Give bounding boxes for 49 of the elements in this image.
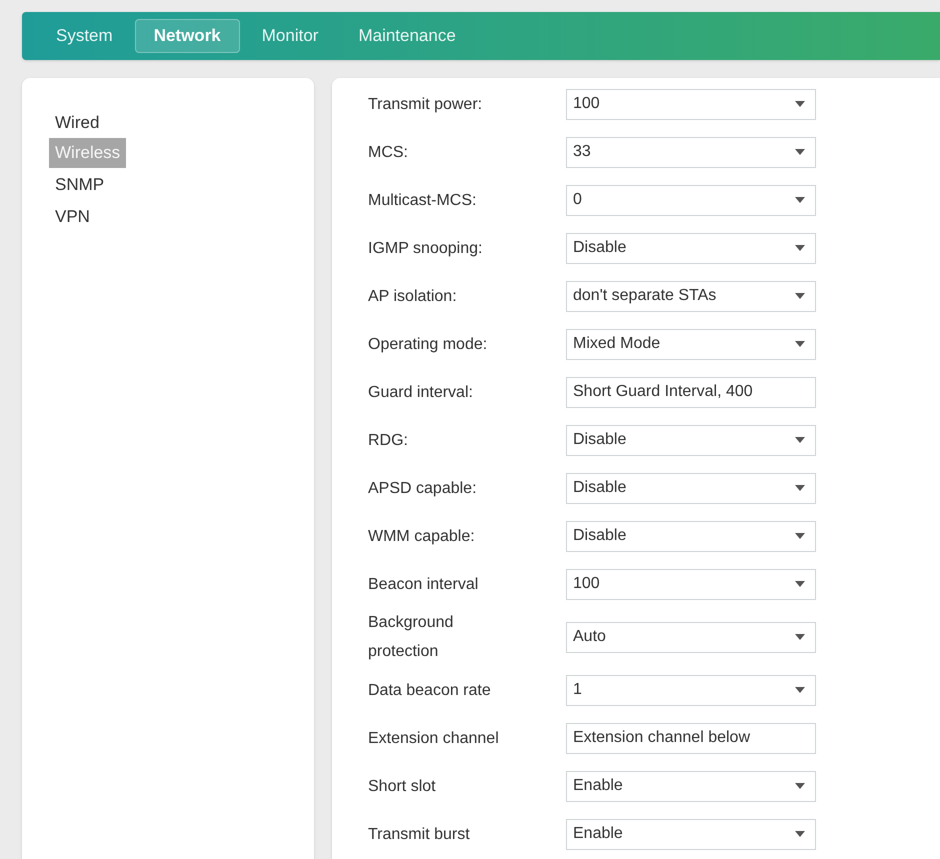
setting-label: Transmit power: [368,94,484,114]
setting-label: RDG: [368,430,409,450]
dropdown-select[interactable]: 100 [566,568,816,600]
dropdown-select[interactable]: Disable [566,424,816,456]
caret-icon [795,197,805,203]
setting-label: AP isolation: [368,286,458,306]
setting-label: IGMP snooping: [368,238,484,258]
setting-label: Beacon interval [368,574,480,594]
caret-icon [795,245,805,251]
setting-label: Multicast-MCS: [368,190,478,210]
caret-icon [795,437,805,443]
caret-icon [795,687,805,693]
caret-icon [795,783,805,789]
dropdown-select[interactable]: 33 [566,136,816,168]
dropdown-select[interactable]: Enable [566,818,816,850]
caret-icon [795,293,805,299]
sidebar-item[interactable]: SNMP [49,168,110,200]
dropdown-select[interactable]: 1 [566,674,816,706]
dropdown-select[interactable]: Disable [566,472,816,504]
dropdown-select[interactable]: Short Guard Interval, 400 [566,376,816,408]
dropdown-select[interactable]: Enable [566,770,816,802]
caret-icon [795,634,805,640]
setting-label: Data beacon rate [368,680,492,700]
dropdown-select[interactable]: 0 [566,184,816,216]
dropdown-select[interactable]: Mixed Mode [566,328,816,360]
caret-icon [795,341,805,347]
setting-label: MCS: [368,142,409,162]
setting-label: Background protection [368,613,454,662]
setting-label: Short slot [368,776,437,796]
caret-icon [795,149,805,155]
sidebar-item[interactable]: Wired [49,106,106,138]
setting-label: Guard interval: [368,382,474,402]
caret-icon [795,485,805,491]
caret-icon [795,101,805,107]
dropdown-select[interactable]: don't separate STAs [566,280,816,312]
dropdown-select[interactable]: Disable [566,520,816,552]
setting-label: Operating mode: [368,334,488,354]
setting-label: APSD capable: [368,478,478,498]
dropdown-select[interactable]: Disable [566,232,816,264]
setting-label: WMM capable: [368,526,476,546]
caret-icon [795,533,805,539]
caret-icon [795,581,805,587]
setting-label: Transmit burst [368,824,471,844]
dropdown-select[interactable]: 100 [566,88,816,120]
dropdown-select[interactable]: Auto [566,622,816,652]
setting-label: Extension channel [368,728,500,748]
caret-icon [795,831,805,837]
dropdown-select[interactable]: Extension channel below [566,722,816,754]
sidebar-item[interactable]: VPN [49,200,96,232]
